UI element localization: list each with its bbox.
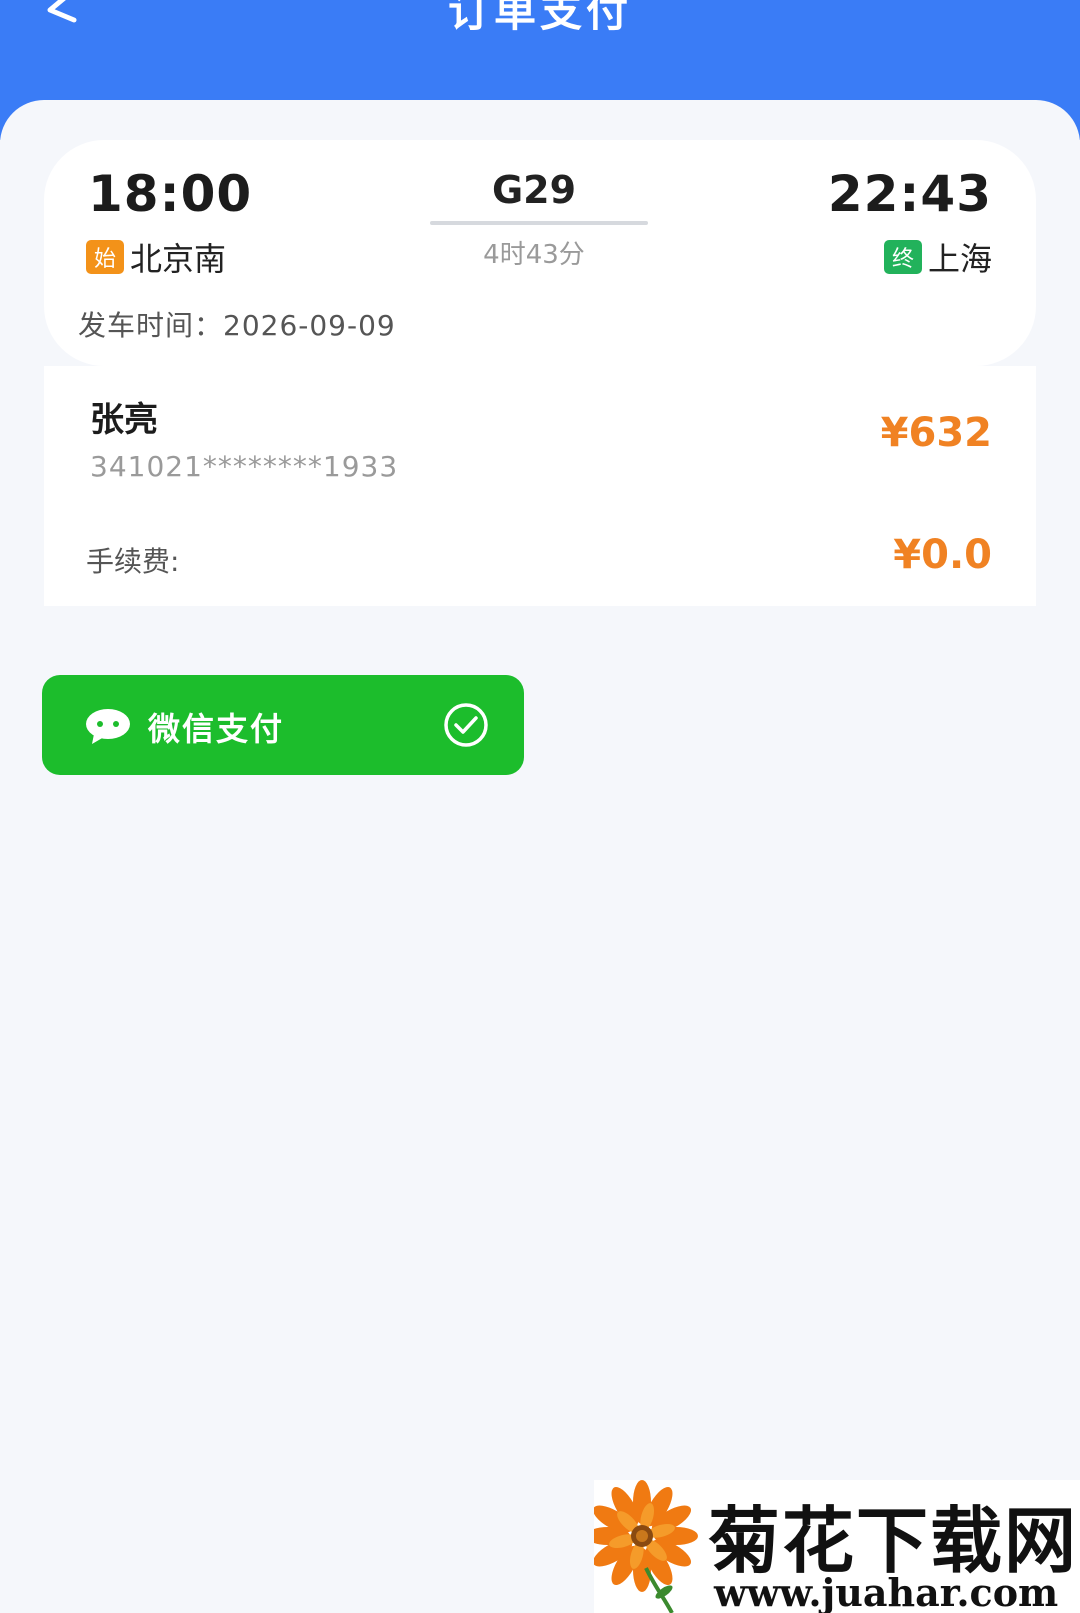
arrival-time: 22:43 (827, 165, 992, 223)
passenger-id-number: 341021********1933 (90, 450, 399, 483)
watermark-url: www.juahar.com (714, 1570, 1059, 1613)
service-fee-label: 手续费: (86, 545, 180, 578)
departure-time: 18:00 (88, 165, 253, 223)
route-line (430, 221, 648, 225)
departure-station: 始 北京南 (86, 237, 227, 278)
arrival-station: 终 上海 (883, 237, 992, 278)
page-title: 订单支付 (447, 0, 632, 36)
site-watermark: 菊花下载网 www.juahar.com (594, 1480, 1080, 1613)
trip-info-card: 18:00 22:43 始 北京南 终 上海 G29 4时43分 发车时间：20… (44, 140, 1036, 366)
passenger-card: 张亮 341021********1933 ¥632 手续费: ¥0.0 (44, 366, 1036, 606)
wechat-icon (86, 709, 130, 744)
arrival-station-name: 上海 (927, 240, 992, 278)
departure-date: 发车时间：2026-09-09 (78, 309, 396, 342)
start-tag: 始 (86, 240, 124, 274)
check-circle-icon[interactable] (442, 701, 490, 749)
flower-logo-icon (594, 1480, 698, 1613)
trip-duration: 4时43分 (483, 240, 585, 270)
wechat-pay-button[interactable]: 微信支付 (42, 675, 524, 775)
end-tag: 终 (883, 240, 922, 274)
wechat-pay-label: 微信支付 (148, 710, 285, 748)
ticket-price: ¥632 (880, 410, 992, 456)
service-fee-value: ¥0.0 (893, 532, 992, 578)
passenger-name: 张亮 (90, 400, 158, 440)
train-number: G29 (491, 168, 577, 212)
departure-station-name: 北京南 (130, 240, 227, 278)
